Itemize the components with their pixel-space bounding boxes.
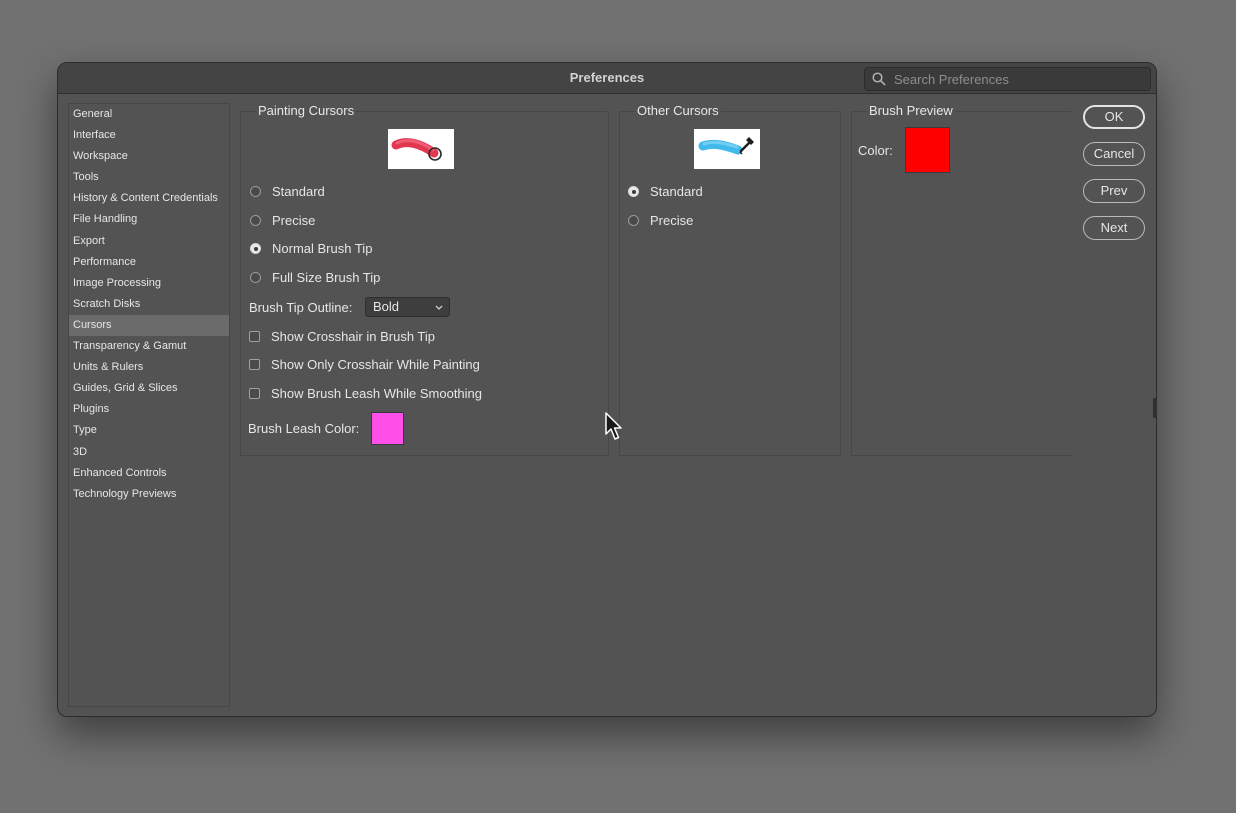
prev-button[interactable]: Prev: [1083, 179, 1145, 203]
eyedropper-preview-icon: [698, 137, 754, 155]
painting-normal-brush-tip-label: Normal Brush Tip: [272, 241, 373, 256]
sidebar-item-image-processing[interactable]: Image Processing: [69, 273, 229, 294]
painting-precise-radio[interactable]: [250, 215, 261, 226]
sidebar-item-file-handling[interactable]: File Handling: [69, 209, 229, 230]
sidebar-item-history-content-credentials[interactable]: History & Content Credentials: [69, 188, 229, 209]
sidebar-item-technology-previews[interactable]: Technology Previews: [69, 484, 229, 505]
other-standard-option[interactable]: Standard: [628, 184, 703, 199]
painting-full-size-brush-tip-option[interactable]: Full Size Brush Tip: [250, 270, 380, 285]
show-brush-leash-while-smoothing-checkbox[interactable]: [249, 388, 260, 399]
brush-preview-panel: [851, 111, 1072, 456]
other-cursor-preview: [694, 129, 760, 169]
title-bar[interactable]: Preferences: [58, 63, 1156, 94]
other-precise-label: Precise: [650, 213, 694, 228]
sidebar-item-cursors[interactable]: Cursors: [69, 314, 229, 337]
show-crosshair-in-brush-tip-option[interactable]: Show Crosshair in Brush Tip: [249, 329, 435, 344]
sidebar-item-interface[interactable]: Interface: [69, 125, 229, 146]
brush-preview-color-swatch[interactable]: [905, 127, 950, 173]
painting-precise-label: Precise: [272, 213, 316, 228]
search-input[interactable]: [892, 70, 1146, 89]
brush-tip-outline-select[interactable]: Bold: [365, 297, 450, 317]
mouse-pointer-icon: [605, 412, 622, 440]
show-crosshair-in-brush-tip-checkbox[interactable]: [249, 331, 260, 342]
sidebar-item-performance[interactable]: Performance: [69, 252, 229, 273]
painting-normal-brush-tip-radio[interactable]: [250, 243, 261, 254]
brush-tip-outline-label: Brush Tip Outline:: [249, 300, 353, 315]
painting-standard-label: Standard: [272, 184, 325, 199]
show-only-crosshair-while-painting-label: Show Only Crosshair While Painting: [271, 357, 480, 372]
sidebar-item-export[interactable]: Export: [69, 231, 229, 252]
painting-normal-brush-tip-option[interactable]: Normal Brush Tip: [250, 241, 372, 256]
next-button[interactable]: Next: [1083, 216, 1145, 240]
sidebar-item-general[interactable]: General: [69, 104, 229, 125]
painting-standard-radio[interactable]: [250, 186, 261, 197]
painting-cursor-preview: [388, 129, 454, 169]
sidebar-item-type[interactable]: Type: [69, 420, 229, 441]
window-resize-handle[interactable]: [1153, 398, 1157, 418]
show-brush-leash-while-smoothing-label: Show Brush Leash While Smoothing: [271, 386, 483, 401]
sidebar-item-guides-grid-slices[interactable]: Guides, Grid & Slices: [69, 378, 229, 399]
show-brush-leash-while-smoothing-option[interactable]: Show Brush Leash While Smoothing: [249, 386, 482, 401]
search-icon: [872, 72, 886, 86]
painting-precise-option[interactable]: Precise: [250, 213, 315, 228]
ok-button[interactable]: OK: [1083, 105, 1145, 129]
other-precise-radio[interactable]: [628, 215, 639, 226]
show-crosshair-in-brush-tip-label: Show Crosshair in Brush Tip: [271, 329, 436, 344]
preferences-sidebar: General Interface Workspace Tools Histor…: [68, 103, 230, 707]
sidebar-item-enhanced-controls[interactable]: Enhanced Controls: [69, 463, 229, 484]
search-box[interactable]: [864, 67, 1151, 91]
sidebar-item-tools[interactable]: Tools: [69, 167, 229, 188]
sidebar-item-workspace[interactable]: Workspace: [69, 146, 229, 167]
other-standard-label: Standard: [650, 184, 703, 199]
brush-tip-outline-value: Bold: [373, 299, 400, 314]
sidebar-item-transparency-gamut[interactable]: Transparency & Gamut: [69, 336, 229, 357]
painting-cursors-title: Painting Cursors: [256, 103, 357, 118]
painting-standard-option[interactable]: Standard: [250, 184, 325, 199]
other-precise-option[interactable]: Precise: [628, 213, 693, 228]
brush-preview-title: Brush Preview: [867, 103, 955, 118]
preferences-dialog: Preferences General Interface Workspace …: [57, 62, 1157, 717]
other-cursors-title: Other Cursors: [635, 103, 721, 118]
cancel-button[interactable]: Cancel: [1083, 142, 1145, 166]
show-only-crosshair-while-painting-option[interactable]: Show Only Crosshair While Painting: [249, 357, 480, 372]
sidebar-item-3d[interactable]: 3D: [69, 442, 229, 463]
brush-tip-preview-icon: [391, 138, 442, 161]
painting-full-size-brush-tip-radio[interactable]: [250, 272, 261, 283]
brush-leash-color-label: Brush Leash Color:: [248, 421, 360, 436]
sidebar-item-scratch-disks[interactable]: Scratch Disks: [69, 294, 229, 315]
chevron-down-icon: [435, 305, 443, 310]
sidebar-item-plugins[interactable]: Plugins: [69, 399, 229, 420]
brush-leash-color-swatch[interactable]: [371, 412, 404, 445]
other-standard-radio[interactable]: [628, 186, 639, 197]
sidebar-item-units-rulers[interactable]: Units & Rulers: [69, 357, 229, 378]
show-only-crosshair-while-painting-checkbox[interactable]: [249, 359, 260, 370]
painting-full-size-brush-tip-label: Full Size Brush Tip: [272, 270, 381, 285]
brush-preview-color-label: Color:: [858, 143, 893, 158]
